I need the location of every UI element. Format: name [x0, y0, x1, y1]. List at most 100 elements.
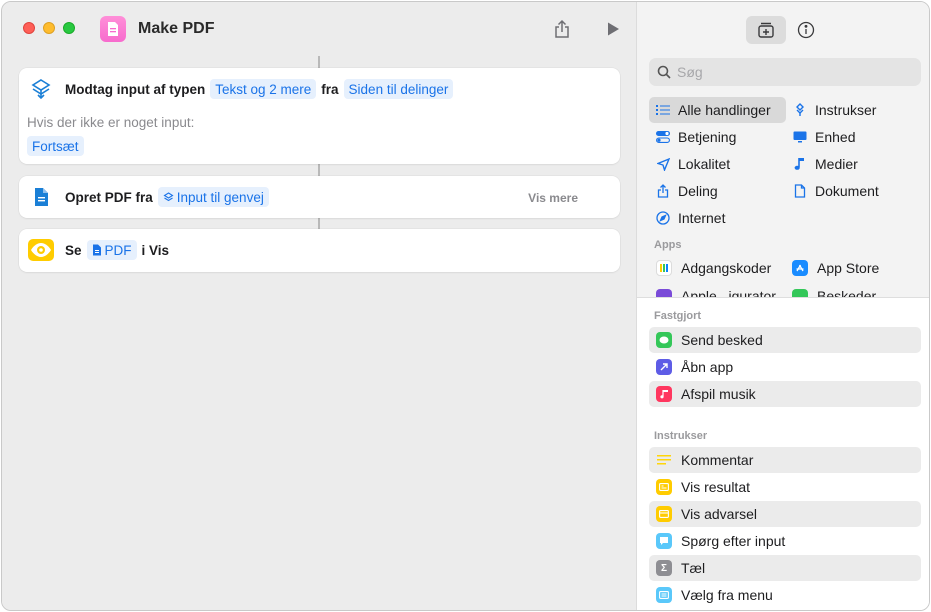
action-library-pane: Alle handlinger Instrukser Betjening Enh… [636, 2, 929, 610]
open-app-icon [656, 359, 672, 375]
shortcut-icon[interactable] [100, 16, 126, 42]
action-play-music[interactable]: Afspil musik [649, 381, 921, 407]
layers-icon [30, 78, 52, 100]
continue-token[interactable]: Fortsæt [27, 136, 84, 156]
receive-input-label: Modtag input af typen [65, 81, 206, 97]
pdf-token-label: PDF [104, 242, 132, 258]
action-label: Spørg efter input [681, 533, 786, 549]
message-icon [656, 332, 672, 348]
editor-pane: Make PDF Modtag input af typen Tekst og … [2, 2, 636, 610]
location-icon [656, 157, 670, 171]
category-label: Instrukser [815, 102, 877, 118]
document-icon [793, 184, 807, 198]
category-location[interactable]: Lokalitet [649, 151, 786, 177]
share-icon [656, 184, 670, 198]
search-input[interactable] [677, 64, 907, 80]
passwords-icon [656, 260, 672, 276]
category-sharing[interactable]: Deling [649, 178, 786, 204]
music-note-icon [793, 157, 807, 171]
quick-look-label: Se [65, 242, 82, 258]
action-choose-from-menu[interactable]: Vælg fra menu [649, 582, 921, 608]
action-label: Kommentar [681, 452, 754, 468]
show-more-button[interactable]: Vis mere [528, 191, 578, 205]
category-label: Dokument [815, 183, 879, 199]
messages-icon [792, 289, 808, 297]
no-input-label: Hvis der ikke er noget input: [27, 115, 195, 130]
category-controls[interactable]: Betjening [649, 124, 786, 150]
app-messages[interactable]: Beskeder [792, 283, 876, 297]
connector-line [318, 56, 320, 68]
show-result-icon [656, 479, 672, 495]
compass-icon [656, 211, 670, 225]
document-icon [30, 186, 52, 208]
library-toggle-button[interactable] [746, 16, 786, 44]
library-top-section: Alle handlinger Instrukser Betjening Enh… [637, 2, 929, 297]
input-type-token[interactable]: Tekst og 2 mere [210, 79, 317, 99]
run-button[interactable] [602, 18, 624, 40]
comment-icon [656, 452, 672, 468]
connector-line [318, 218, 320, 229]
action-comment[interactable]: Kommentar [649, 447, 921, 473]
receive-input-action[interactable]: Modtag input af typen Tekst og 2 mere fr… [19, 68, 620, 164]
receive-input-row: Modtag input af typen Tekst og 2 mere fr… [65, 79, 454, 99]
app-app-store[interactable]: App Store [792, 256, 879, 280]
quick-look-row: Se PDF i Vis [65, 240, 169, 260]
action-show-alert[interactable]: Vis advarsel [649, 501, 921, 527]
category-scripting[interactable]: Instrukser [786, 97, 921, 123]
pdf-document-icon [92, 244, 101, 256]
category-label: Medier [815, 156, 858, 172]
minimize-window-button[interactable] [43, 22, 55, 34]
action-label: Afspil musik [681, 386, 756, 402]
connector-line [318, 164, 320, 176]
list-icon [656, 103, 670, 117]
create-pdf-row: Opret PDF fra Input til genvej [65, 187, 269, 207]
share-button[interactable] [551, 18, 573, 40]
alert-icon [656, 506, 672, 522]
zoom-window-button[interactable] [63, 22, 75, 34]
apps-section-label: Apps [654, 239, 682, 251]
app-label: Beskeder [817, 288, 877, 297]
display-icon [793, 130, 807, 144]
shortcut-input-icon [163, 191, 174, 201]
quick-look-suffix: i Vis [141, 242, 170, 258]
category-device[interactable]: Enhed [786, 124, 921, 150]
music-icon [656, 386, 672, 402]
quick-look-action[interactable]: Se PDF i Vis [19, 229, 620, 272]
library-add-icon [758, 22, 774, 38]
action-send-message[interactable]: Send besked [649, 327, 921, 353]
category-media[interactable]: Medier [786, 151, 921, 177]
window-title[interactable]: Make PDF [138, 20, 214, 38]
app-passwords[interactable]: Adgangskoder [656, 256, 771, 280]
close-window-button[interactable] [23, 22, 35, 34]
app-store-icon [792, 260, 808, 276]
scripting-section-label: Instrukser [654, 430, 708, 442]
action-ask-for-input[interactable]: Spørg efter input [649, 528, 921, 554]
action-count[interactable]: Σ Tæl [649, 555, 921, 581]
toggle-icon [656, 130, 670, 144]
action-show-result[interactable]: Vis resultat [649, 474, 921, 500]
category-all-actions[interactable]: Alle handlinger [649, 97, 786, 123]
app-label: Adgangskoder [681, 260, 772, 276]
search-field[interactable] [649, 58, 921, 86]
action-label: Tæl [681, 560, 706, 576]
info-button[interactable] [795, 19, 817, 41]
app-apple-configurator[interactable]: Apple...igurator [656, 283, 776, 297]
shortcuts-window: Make PDF Modtag input af typen Tekst og … [1, 1, 930, 611]
pdf-token[interactable]: PDF [86, 240, 137, 260]
app-label: App Store [817, 260, 880, 276]
app-label: Apple...igurator [681, 288, 776, 297]
info-icon [797, 21, 815, 39]
input-source-token[interactable]: Siden til delinger [343, 79, 454, 99]
action-open-app[interactable]: Åbn app [649, 354, 921, 380]
configurator-icon [656, 289, 672, 297]
create-pdf-action[interactable]: Opret PDF fra Input til genvej Vis mere [19, 176, 620, 218]
category-label: Betjening [678, 129, 737, 145]
action-label: Send besked [681, 332, 763, 348]
category-label: Lokalitet [678, 156, 731, 172]
category-document[interactable]: Dokument [786, 178, 921, 204]
shortcut-input-token[interactable]: Input til genvej [157, 187, 269, 207]
category-internet[interactable]: Internet [649, 205, 786, 231]
category-label: Enhed [815, 129, 856, 145]
action-label: Vælg fra menu [681, 587, 773, 603]
ask-input-icon [656, 533, 672, 549]
